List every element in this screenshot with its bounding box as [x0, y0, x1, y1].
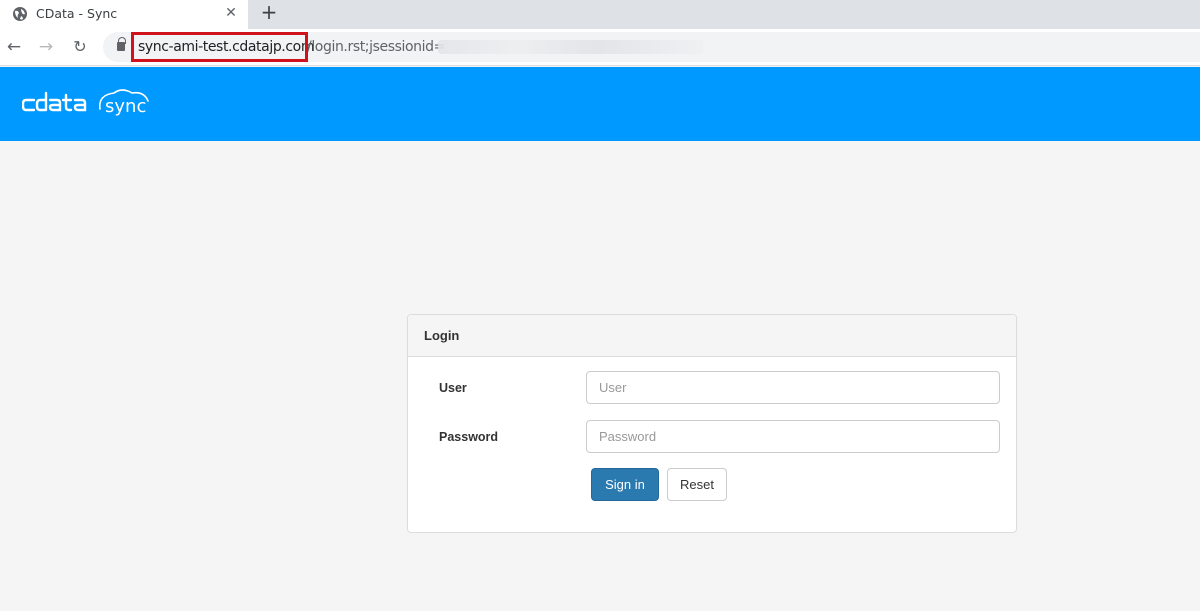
login-heading: Login [408, 315, 1016, 357]
user-input[interactable] [586, 371, 1000, 404]
browser-tab[interactable]: CData - Sync ✕ [0, 0, 248, 29]
lock-icon[interactable] [117, 37, 126, 51]
forward-icon[interactable]: → [37, 38, 55, 56]
cdata-sync-logo[interactable]: sync [22, 85, 162, 121]
app-header: sync [0, 67, 1200, 141]
tab-strip: CData - Sync ✕ + [0, 0, 1200, 29]
reload-icon[interactable]: ↻ [71, 38, 89, 56]
globe-icon [13, 7, 27, 21]
password-input[interactable] [586, 420, 1000, 453]
url-path: /login.rst;jsessionid= [307, 39, 445, 55]
url-highlight-box [131, 32, 308, 62]
reset-button[interactable]: Reset [667, 468, 727, 501]
sign-in-button[interactable]: Sign in [591, 468, 659, 501]
login-panel: Login User Password Sign in Reset [407, 314, 1017, 533]
password-label: Password [439, 430, 499, 444]
tab-title: CData - Sync [36, 6, 118, 21]
plus-icon[interactable]: + [258, 1, 280, 23]
url-session-redacted [438, 40, 703, 54]
svg-text:sync: sync [105, 96, 146, 117]
user-label: User [439, 381, 467, 395]
close-icon[interactable]: ✕ [222, 4, 240, 22]
back-icon[interactable]: ← [5, 38, 23, 56]
